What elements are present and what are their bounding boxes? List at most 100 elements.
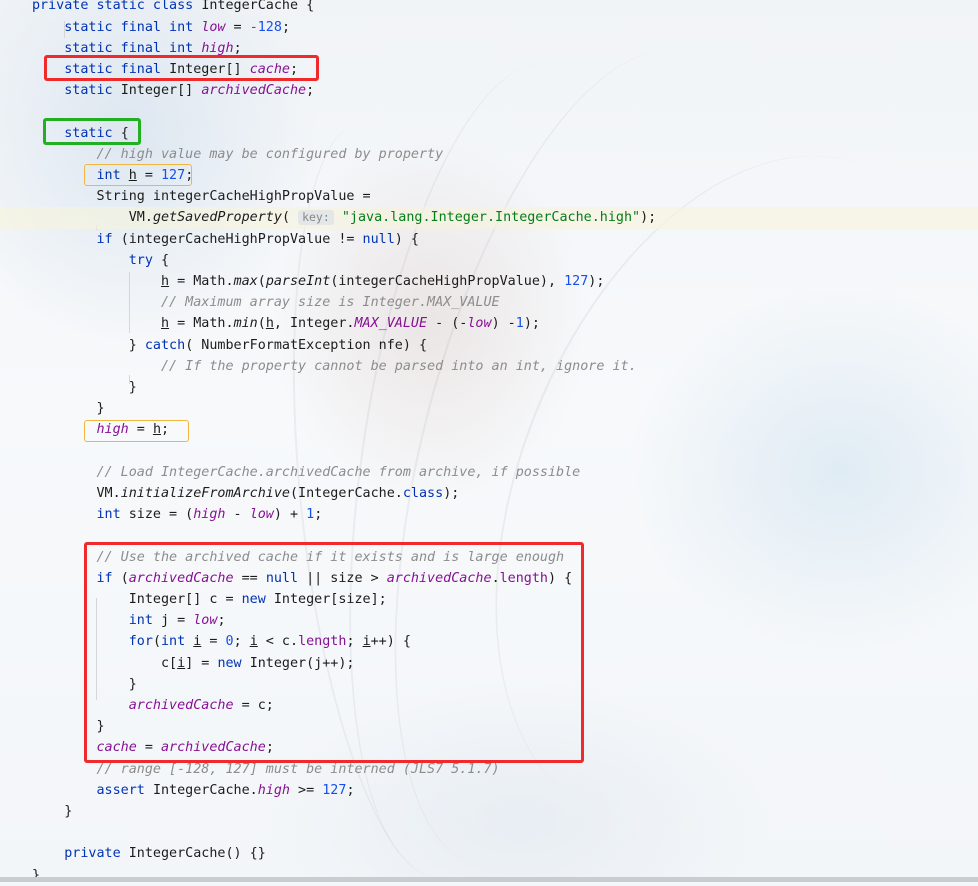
code-token: VM. bbox=[96, 486, 121, 501]
code-line[interactable]: VM.initializeFromArchive(IntegerCache.cl… bbox=[0, 483, 978, 504]
code-line[interactable]: static final Integer[] cache; bbox=[0, 59, 978, 80]
code-token: 127 bbox=[161, 168, 186, 183]
code-token: getSavedProperty bbox=[152, 210, 282, 226]
horizontal-scrollbar[interactable] bbox=[0, 877, 978, 882]
code-line[interactable]: VM.getSavedProperty( key: "java.lang.Int… bbox=[0, 207, 978, 229]
code-token: 0 bbox=[225, 634, 234, 650]
code-token: ); bbox=[443, 486, 460, 501]
code-line[interactable]: for(int i = 0; i < c.length; i++) { bbox=[0, 631, 978, 652]
code-line[interactable]: try { bbox=[0, 250, 978, 271]
code-token: } bbox=[128, 380, 137, 395]
code-line[interactable]: cache = archivedCache; bbox=[0, 737, 978, 758]
code-line[interactable]: // Use the archived cache if it exists a… bbox=[0, 547, 978, 568]
code-token: cache bbox=[249, 62, 290, 77]
code-line[interactable] bbox=[0, 441, 978, 462]
code-line[interactable]: private IntegerCache() {} bbox=[0, 843, 978, 864]
code-line[interactable]: } bbox=[0, 377, 978, 398]
code-line[interactable]: archivedCache = c; bbox=[0, 695, 978, 716]
code-token: low bbox=[249, 507, 274, 523]
code-line[interactable]: static Integer[] archivedCache; bbox=[0, 80, 978, 101]
code-line[interactable]: if (integerCacheHighPropValue != null) { bbox=[0, 229, 978, 250]
code-line[interactable]: // range [-128, 127] must be interned (J… bbox=[0, 759, 978, 780]
code-line[interactable] bbox=[0, 525, 978, 546]
code-line[interactable]: } bbox=[0, 716, 978, 737]
code-token: null bbox=[265, 570, 299, 586]
code-token: static final int bbox=[64, 40, 202, 56]
code-line[interactable]: } bbox=[0, 865, 978, 886]
code-line[interactable]: high = h; bbox=[0, 419, 978, 440]
code-token: Integer[] bbox=[169, 62, 250, 77]
code-line[interactable]: static { bbox=[0, 123, 978, 144]
code-token: -128 bbox=[249, 19, 282, 35]
code-line[interactable]: } bbox=[0, 801, 978, 822]
code-token: initializeFromArchive bbox=[120, 486, 290, 501]
code-token: ) { bbox=[548, 570, 573, 586]
code-token: ; bbox=[281, 19, 290, 35]
code-token: ++) { bbox=[370, 634, 411, 650]
code-token: static final int bbox=[64, 19, 202, 35]
code-line[interactable]: if (archivedCache == null || size > arch… bbox=[0, 568, 978, 589]
code-token: archivedCache bbox=[128, 570, 234, 586]
code-line[interactable] bbox=[0, 101, 978, 122]
code-token: } bbox=[128, 676, 137, 692]
code-line[interactable]: static final int high; bbox=[0, 38, 978, 59]
code-line[interactable]: String integerCacheHighPropValue = bbox=[0, 186, 978, 207]
code-line[interactable]: assert IntegerCache.high >= 127; bbox=[0, 780, 978, 801]
code-line[interactable]: c[i] = new Integer(j++); bbox=[0, 653, 978, 674]
code-line[interactable]: h = Math.min(h, Integer.MAX_VALUE - (-lo… bbox=[0, 313, 978, 334]
code-line[interactable]: // If the property cannot be parsed into… bbox=[0, 356, 978, 377]
code-token: high bbox=[193, 507, 226, 523]
code-line[interactable]: h = Math.max(parseInt(integerCacheHighPr… bbox=[0, 271, 978, 292]
code-line[interactable]: static final int low = -128; bbox=[0, 17, 978, 38]
code-token: - (- bbox=[427, 316, 468, 332]
code-token: h bbox=[128, 168, 137, 183]
code-line[interactable]: Integer[] c = new Integer[size]; bbox=[0, 589, 978, 610]
code-line[interactable]: // Load IntegerCache.archivedCache from … bbox=[0, 462, 978, 483]
code-token: ; bbox=[346, 634, 363, 650]
code-line[interactable]: } catch( NumberFormatException nfe) { bbox=[0, 335, 978, 356]
code-token: ( bbox=[257, 316, 266, 332]
code-line[interactable] bbox=[0, 822, 978, 843]
code-line[interactable]: private static class IntegerCache { bbox=[0, 0, 978, 17]
code-token: { bbox=[161, 252, 170, 268]
code-token: = bbox=[201, 634, 226, 650]
code-line[interactable]: // high value may be configured by prope… bbox=[0, 144, 978, 165]
code-line[interactable]: int j = low; bbox=[0, 610, 978, 631]
code-token: ( bbox=[152, 634, 161, 650]
code-token: low bbox=[193, 613, 218, 629]
horizontal-scrollbar-thumb[interactable] bbox=[0, 877, 978, 882]
code-token: i bbox=[249, 634, 258, 650]
code-editor[interactable]: private static class IntegerCache { stat… bbox=[0, 0, 978, 883]
code-token: j = bbox=[161, 613, 194, 629]
code-line[interactable]: // Maximum array size is Integer.MAX_VAL… bbox=[0, 292, 978, 313]
code-line[interactable]: } bbox=[0, 674, 978, 695]
code-token: h bbox=[265, 316, 274, 332]
code-token: } bbox=[96, 401, 105, 417]
code-token: archivedCache bbox=[386, 570, 492, 586]
code-token: int bbox=[128, 613, 161, 629]
code-token: VM. bbox=[128, 210, 153, 226]
code-token: = Math. bbox=[169, 316, 234, 332]
code-token: ( bbox=[281, 210, 299, 226]
code-token: length bbox=[298, 634, 347, 650]
code-line[interactable]: } bbox=[0, 398, 978, 419]
code-token: ; bbox=[314, 507, 323, 523]
code-token: (integerCacheHighPropValue != bbox=[120, 231, 363, 247]
code-token: = bbox=[225, 19, 250, 35]
code-token: { bbox=[120, 125, 129, 141]
code-token: = bbox=[136, 168, 161, 183]
code-line[interactable]: int size = (high - low) + 1; bbox=[0, 504, 978, 525]
code-line[interactable]: int h = 127; bbox=[0, 165, 978, 186]
code-token: == bbox=[233, 570, 266, 586]
